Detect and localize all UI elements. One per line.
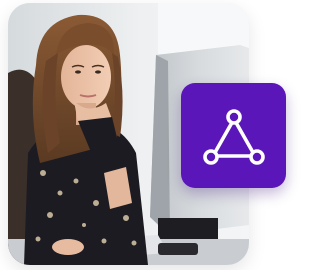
triangle-network-badge: [181, 83, 286, 188]
triangle-network-icon: [202, 108, 265, 165]
hero-visual: [0, 0, 294, 270]
